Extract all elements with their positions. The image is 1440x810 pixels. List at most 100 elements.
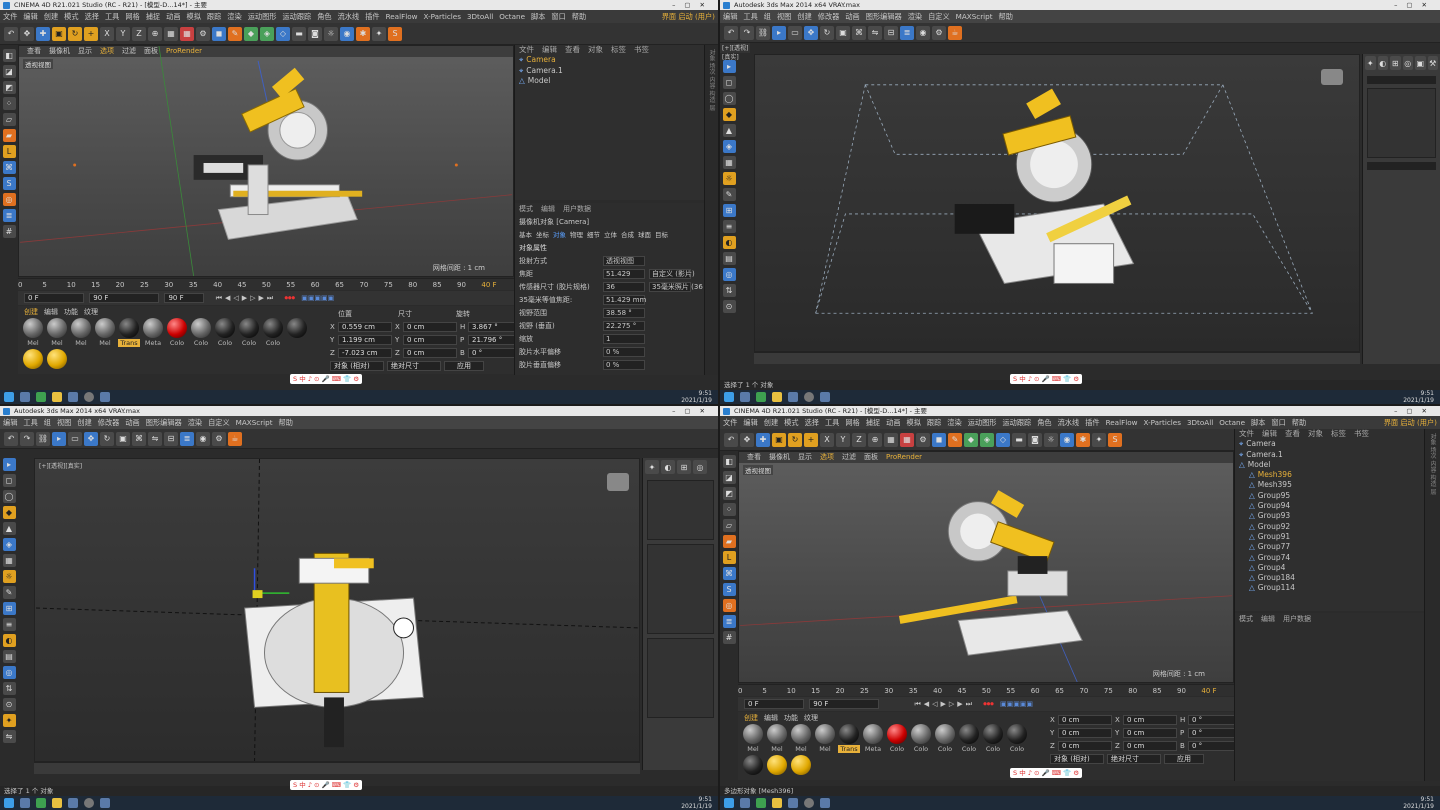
- menu-item-9[interactable]: 自定义: [928, 12, 950, 21]
- pen-icon[interactable]: ✎: [948, 432, 962, 447]
- app-icon-2[interactable]: [84, 392, 94, 402]
- attribute-value[interactable]: 38.58 °: [603, 308, 645, 318]
- snap-icon[interactable]: ⌘: [722, 567, 736, 580]
- tool-icon-3[interactable]: ◯: [722, 92, 736, 105]
- menu-item-3[interactable]: 模式: [64, 12, 78, 21]
- attribute-tab[interactable]: 细节: [587, 229, 600, 242]
- menu-item-8[interactable]: 动画: [886, 418, 900, 427]
- menu-item-14[interactable]: 角色: [1037, 418, 1051, 427]
- mirror-icon[interactable]: ⇋: [868, 25, 882, 40]
- task-view-icon[interactable]: [740, 392, 750, 402]
- mat-tab-edit[interactable]: 编辑: [44, 308, 58, 316]
- explorer-icon[interactable]: [52, 392, 62, 402]
- motion-tab-icon[interactable]: ◎: [693, 460, 707, 474]
- live-select-icon[interactable]: ✚: [36, 26, 50, 41]
- object-menu-item[interactable]: 书签: [1354, 429, 1369, 438]
- menu-item-1[interactable]: 编辑: [23, 12, 37, 21]
- render-setup-icon[interactable]: ⚙: [212, 431, 226, 446]
- menu-item-2[interactable]: 创建: [764, 418, 778, 427]
- material-item[interactable]: Mel: [22, 318, 44, 347]
- object-row[interactable]: △ Group95: [1235, 491, 1425, 501]
- axis-mode-icon[interactable]: L: [722, 551, 736, 564]
- floor-icon[interactable]: ▬: [292, 26, 306, 41]
- window-controls[interactable]: –▢✕: [1394, 406, 1436, 416]
- object-menu-item[interactable]: 查看: [1285, 429, 1300, 438]
- window-controls[interactable]: –▢✕: [672, 0, 714, 10]
- task-view-icon[interactable]: [20, 798, 30, 808]
- coord-system-icon[interactable]: ⊕: [868, 432, 882, 447]
- redo-icon[interactable]: ↷: [20, 431, 34, 446]
- mat-tab-texture[interactable]: 纹理: [84, 308, 98, 316]
- menu-item-6[interactable]: 动画: [845, 12, 859, 21]
- tool-icon-9[interactable]: ✎: [722, 188, 736, 201]
- object-row[interactable]: △ Model: [1235, 460, 1425, 470]
- tool-icon-13[interactable]: ▤: [722, 252, 736, 265]
- rotate-icon[interactable]: ↻: [100, 431, 114, 446]
- light-icon[interactable]: ☼: [324, 26, 338, 41]
- redo-icon[interactable]: ↷: [740, 25, 754, 40]
- add-tool-icon[interactable]: +: [84, 26, 98, 41]
- material-item[interactable]: Mel: [814, 724, 836, 753]
- menu-item-8[interactable]: 动画: [166, 12, 180, 21]
- menu-item-4[interactable]: 创建: [797, 12, 811, 21]
- material-item[interactable]: Colo: [214, 318, 236, 347]
- object-name-field[interactable]: [1367, 76, 1436, 84]
- start-frame-field[interactable]: 0 F: [24, 293, 84, 303]
- material-item[interactable]: Colo: [166, 318, 188, 347]
- app-icon-2[interactable]: [804, 798, 814, 808]
- position-field[interactable]: 0 cm: [1058, 728, 1112, 738]
- plugin-icon-1[interactable]: ◉: [340, 26, 354, 41]
- undo-icon[interactable]: ↶: [4, 431, 18, 446]
- task-view-icon[interactable]: [20, 392, 30, 402]
- tool-icon-14[interactable]: ◎: [722, 268, 736, 281]
- end-frame-field[interactable]: 90 F: [809, 699, 880, 709]
- solo-icon[interactable]: S: [722, 583, 736, 596]
- cube-icon[interactable]: ◼: [212, 26, 226, 41]
- render-view-icon[interactable]: ▦: [164, 26, 178, 41]
- menu-item-11[interactable]: 渲染: [947, 418, 961, 427]
- menu-item-15[interactable]: 流水线: [338, 12, 360, 21]
- plugin-icon-3[interactable]: ✦: [1092, 432, 1106, 447]
- attribute-menu-item[interactable]: 模式: [1239, 615, 1253, 623]
- position-field[interactable]: 1.199 cm: [338, 335, 392, 345]
- mat-tab-function[interactable]: 功能: [784, 714, 798, 722]
- snap-icon[interactable]: ⌘: [2, 161, 16, 174]
- make-editable-icon[interactable]: ◧: [722, 455, 736, 468]
- plugin-icon-4[interactable]: S: [388, 26, 402, 41]
- playback-controls[interactable]: ⏮◀◁▶▷▶⏭: [914, 700, 975, 708]
- menu-item-0[interactable]: 文件: [3, 12, 17, 21]
- tool-icon-18[interactable]: ⇋: [2, 730, 16, 743]
- size-mode-select[interactable]: 绝对尺寸: [387, 361, 441, 371]
- material-item[interactable]: Mel: [46, 318, 68, 347]
- object-menu-item[interactable]: 对象: [1308, 429, 1323, 438]
- material-item[interactable]: Colo: [958, 724, 980, 753]
- menu-item-16[interactable]: 插件: [1085, 418, 1099, 427]
- edges-mode-icon[interactable]: ▱: [2, 113, 16, 126]
- record-icon[interactable]: ⏺⏺⏺: [284, 294, 295, 302]
- object-row[interactable]: △ Group91: [1235, 532, 1425, 542]
- position-field[interactable]: 0 cm: [1058, 715, 1112, 725]
- window-controls[interactable]: –▢✕: [672, 406, 714, 416]
- attribute-menu-item[interactable]: 用户数据: [563, 205, 591, 213]
- attribute-value[interactable]: 1: [603, 334, 645, 344]
- material-item[interactable]: [286, 318, 308, 347]
- y-axis-icon[interactable]: Y: [836, 432, 850, 447]
- tool-icon-15[interactable]: ⇅: [2, 682, 16, 695]
- material-item[interactable]: Trans: [118, 318, 140, 347]
- material-item[interactable]: [22, 349, 44, 370]
- key-icons[interactable]: ▣▣▣▣▣: [1000, 700, 1033, 708]
- size-field[interactable]: 0 cm: [403, 322, 457, 332]
- object-menu-item[interactable]: 书签: [634, 45, 649, 54]
- ime-toolbar[interactable]: S 中 ♪ ⊙ 🎤 ⌨ 👕 ⚙: [290, 374, 363, 384]
- rotate-icon[interactable]: ↻: [820, 25, 834, 40]
- grid-icon[interactable]: #: [2, 225, 16, 238]
- object-row[interactable]: △ Model: [515, 76, 705, 86]
- menu-item-19[interactable]: 3DtoAll: [467, 12, 493, 21]
- object-menu-item[interactable]: 对象: [588, 45, 603, 54]
- view-cube-icon[interactable]: [1321, 69, 1343, 85]
- size-mode-select[interactable]: 绝对尺寸: [1107, 754, 1161, 764]
- apply-button[interactable]: 应用: [1164, 754, 1204, 764]
- side-tab-objects[interactable]: 对象 场次 内容 构造 层: [1428, 433, 1437, 495]
- layers-icon[interactable]: ≣: [900, 25, 914, 40]
- size-field[interactable]: 0 cm: [1123, 728, 1177, 738]
